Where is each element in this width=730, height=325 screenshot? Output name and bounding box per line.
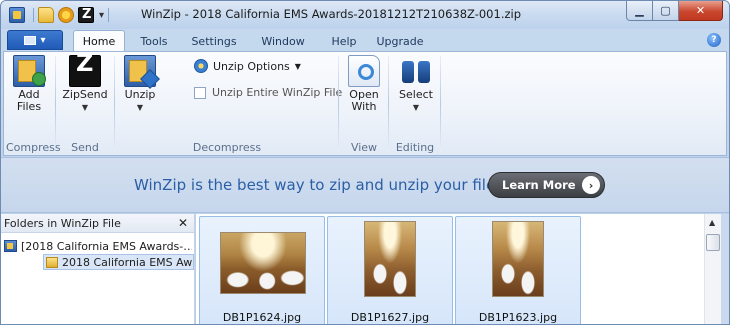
unzip-options-label: Unzip Options (213, 59, 290, 73)
file-thumbnail (492, 221, 544, 297)
unzip-options-icon (194, 59, 208, 73)
add-files-icon (13, 55, 46, 87)
toolbar-separator (108, 8, 110, 22)
folder-icon (46, 256, 58, 268)
zipsend-icon (69, 55, 101, 87)
toolbar-separator (33, 8, 34, 22)
tab-home[interactable]: Home (73, 30, 125, 51)
unzip-entire-button[interactable]: Unzip Entire WinZip File (194, 86, 342, 99)
file-list: DB1P1624.jpg DB1P1627.jpg DB1P1623.jpg (196, 214, 704, 324)
tab-help[interactable]: Help (327, 32, 361, 51)
add-files-button[interactable]: Add Files (12, 55, 46, 113)
file-name: DB1P1623.jpg (478, 311, 558, 324)
select-label: Select (399, 88, 433, 101)
file-name: DB1P1627.jpg (350, 311, 430, 324)
ribbon-home: Add Files ZipSend ▼ Unzip ▼ Unzip Option… (3, 51, 727, 156)
select-button[interactable]: Select ▼ (396, 55, 436, 114)
open-with-button[interactable]: Open With (345, 55, 383, 113)
file-item[interactable]: DB1P1624.jpg (199, 216, 325, 324)
winzip-window: ▾ WinZip - 2018 California EMS Awards-20… (0, 0, 730, 325)
promo-banner: WinZip is the best way to zip and unzip … (1, 157, 729, 213)
maximize-button[interactable]: ▢ (653, 1, 679, 21)
chevron-down-icon: ▼ (294, 61, 301, 71)
star-icon[interactable] (58, 7, 74, 23)
close-button[interactable]: ✕ (679, 1, 723, 21)
scrollbar-thumb[interactable] (706, 234, 720, 251)
file-item[interactable]: DB1P1627.jpg (327, 216, 453, 324)
unzip-label: Unzip (124, 88, 156, 101)
close-pane-button[interactable]: ✕ (178, 214, 188, 233)
tree-item-folder[interactable]: 2018 California EMS Awards (43, 254, 194, 270)
tree-item-label: [2018 California EMS Awards-… (21, 239, 192, 253)
customize-dropdown[interactable]: ▾ (99, 10, 104, 21)
window-controls: ▁ ▢ ✕ (626, 1, 723, 21)
file-menu-button[interactable]: ▾ (7, 30, 63, 50)
group-label-editing: Editing (395, 141, 435, 154)
group-separator (114, 56, 115, 152)
learn-more-button[interactable]: Learn More › (488, 172, 605, 198)
file-item[interactable]: DB1P1623.jpg (455, 216, 581, 324)
tab-upgrade[interactable]: Upgrade (373, 32, 427, 51)
chevron-down-icon: ▾ (40, 34, 46, 46)
unzip-options-dropdown[interactable]: Unzip Options ▼ (194, 59, 301, 73)
window-title: WinZip - 2018 California EMS Awards-2018… (141, 7, 522, 21)
ribbon-tabs: ▾ Home Tools Settings Window Help Upgrad… (1, 29, 729, 51)
open-with-icon (348, 55, 380, 87)
unzip-button[interactable]: Unzip ▼ (120, 55, 160, 114)
group-label-decompress: Decompress (192, 141, 262, 154)
scroll-up-icon[interactable]: ▲ (709, 218, 715, 227)
group-separator (388, 56, 389, 152)
tab-settings[interactable]: Settings (185, 32, 243, 51)
zip-file-icon (4, 240, 17, 252)
folder-tree-title: Folders in WinZip File (4, 217, 121, 230)
binoculars-icon (400, 55, 432, 87)
chevron-down-icon: ▼ (136, 103, 144, 112)
folder-icon[interactable] (38, 7, 54, 23)
add-files-label: Add Files (16, 88, 42, 113)
folder-tree-pane: Folders in WinZip File ✕ [2018 Californi… (1, 214, 195, 324)
unzip-icon (124, 55, 156, 87)
group-label-send: Send (71, 141, 99, 154)
zipsend-label: ZipSend (62, 88, 108, 101)
chevron-down-icon: ▼ (412, 103, 420, 112)
group-separator (338, 56, 339, 152)
group-label-view: View (350, 141, 378, 154)
file-menu-icon (24, 35, 37, 45)
help-icon[interactable]: ? (707, 33, 721, 47)
group-separator (440, 56, 441, 152)
banner-text: WinZip is the best way to zip and unzip … (134, 176, 508, 194)
chevron-right-icon: › (582, 176, 600, 194)
folder-tree-header: Folders in WinZip File ✕ (1, 214, 194, 233)
tree-item-label: 2018 California EMS Awards (62, 255, 193, 269)
chevron-down-icon: ▼ (81, 103, 89, 112)
quick-access-toolbar: ▾ (9, 6, 113, 24)
learn-more-label: Learn More (502, 178, 576, 192)
group-label-compress: Compress (6, 141, 61, 154)
open-with-label: Open With (349, 88, 379, 113)
file-thumbnail (220, 232, 306, 294)
file-thumbnail (364, 221, 416, 297)
unzip-entire-label: Unzip Entire WinZip File (212, 86, 343, 99)
tab-window[interactable]: Window (255, 32, 311, 51)
winzip-icon[interactable] (9, 7, 25, 23)
zipsend-icon[interactable] (78, 7, 94, 23)
minimize-button[interactable]: ▁ (626, 1, 653, 21)
title-bar: ▾ WinZip - 2018 California EMS Awards-20… (1, 1, 729, 29)
group-separator (55, 56, 56, 152)
zipsend-button[interactable]: ZipSend ▼ (62, 55, 108, 114)
window-border (721, 214, 729, 324)
unzip-entire-checkbox[interactable] (194, 86, 206, 99)
tree-item-root[interactable]: [2018 California EMS Awards-… (4, 238, 192, 254)
vertical-scrollbar[interactable]: ▲ (704, 214, 721, 324)
tab-tools[interactable]: Tools (135, 32, 173, 51)
file-name: DB1P1624.jpg (222, 311, 302, 324)
